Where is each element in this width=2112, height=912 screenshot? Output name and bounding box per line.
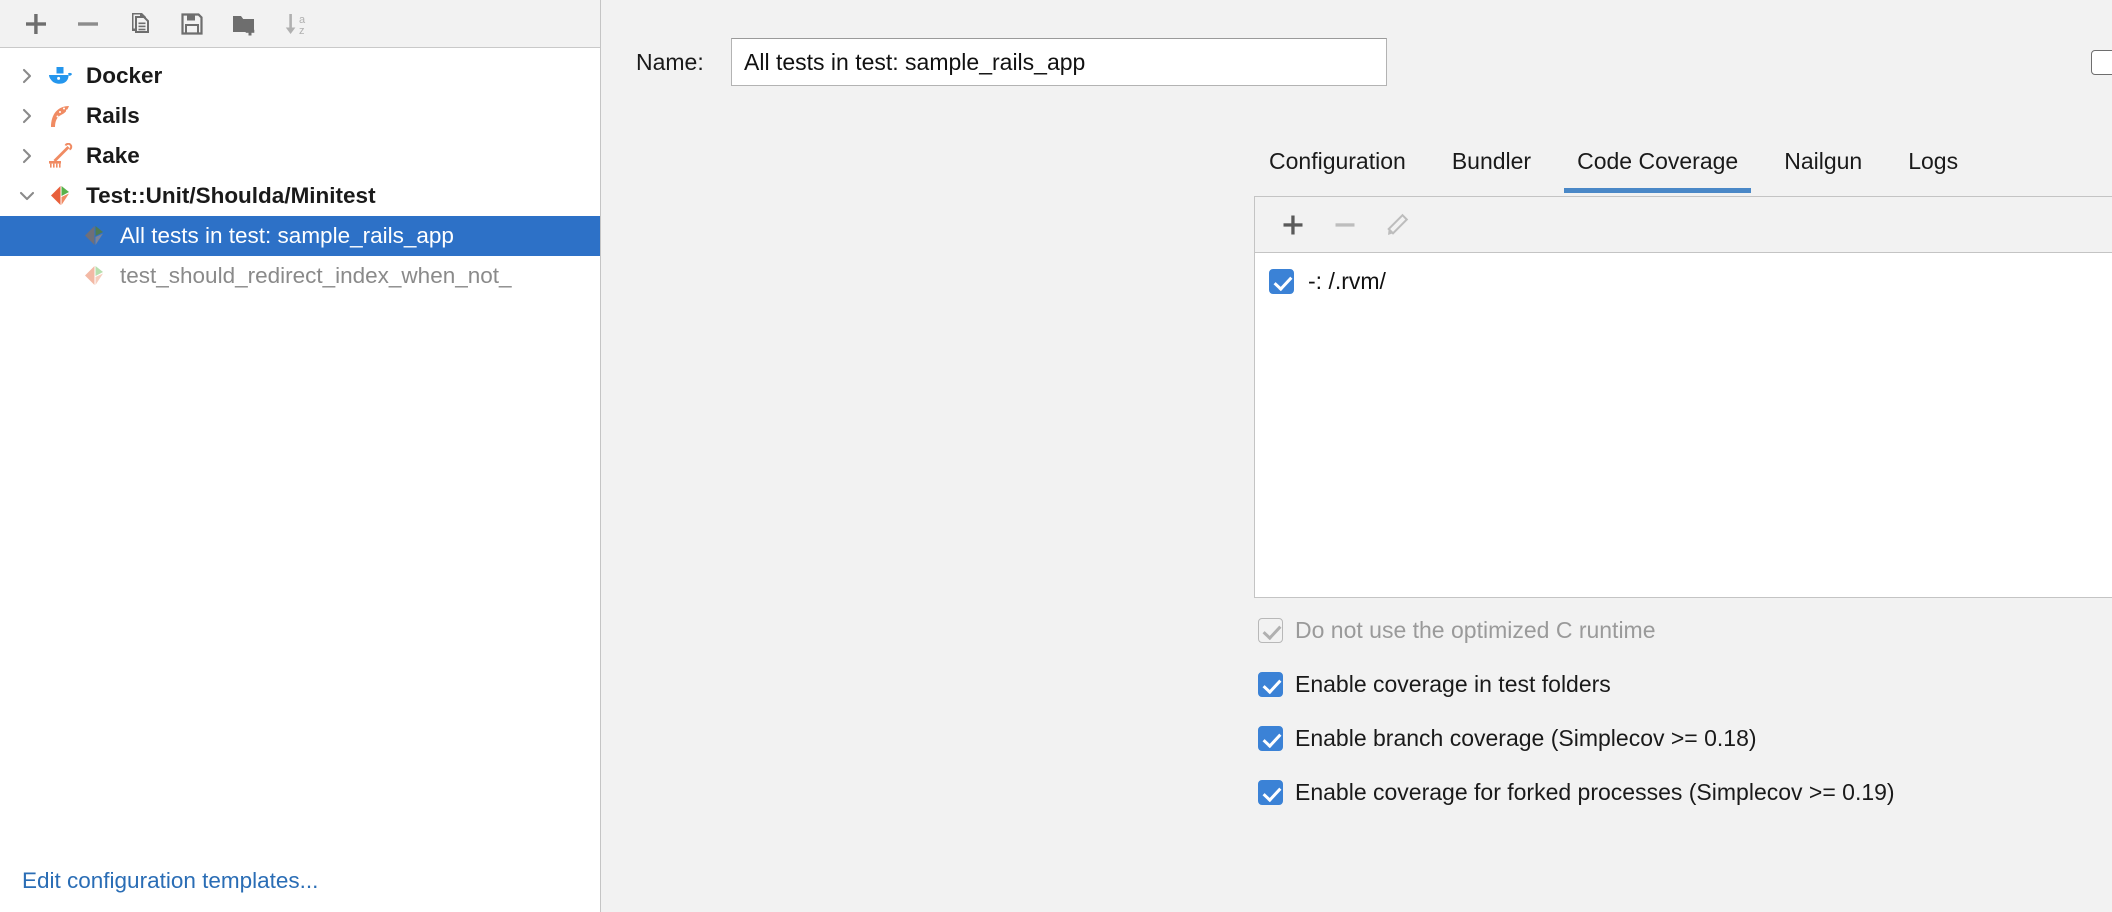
chevron-right-icon[interactable] <box>10 136 44 176</box>
remove-configuration-button[interactable] <box>62 2 114 46</box>
tree-item-all-tests-in-test-sample-rails-app[interactable]: All tests in test: sample_rails_app <box>0 216 600 256</box>
run-debug-configurations-dialog: a z Docker <box>0 0 2112 912</box>
tab-code-coverage[interactable]: Code Coverage <box>1554 140 1761 193</box>
tree-item-label: Rake <box>86 145 140 168</box>
sidebar-toolbar: a z <box>0 0 600 48</box>
edit-pattern-button <box>1371 201 1423 249</box>
tree-item-label: All tests in test: sample_rails_app <box>120 225 454 248</box>
tree-item-label: test_should_redirect_index_when_not_ <box>120 265 512 288</box>
edit-configuration-templates-link[interactable]: Edit configuration templates... <box>22 868 318 894</box>
coverage-patterns-toolbar <box>1255 197 2112 253</box>
minitest-run-icon <box>78 223 112 249</box>
option-label: Enable branch coverage (Simplecov >= 0.1… <box>1295 725 1757 752</box>
checkbox-box[interactable] <box>1258 726 1283 751</box>
chevron-right-icon[interactable] <box>10 56 44 96</box>
sort-configurations-button[interactable]: a z <box>270 2 322 46</box>
chevron-down-icon[interactable] <box>10 176 44 216</box>
move-into-folder-button[interactable] <box>218 2 270 46</box>
coverage-pattern-item[interactable]: -: /.rvm/ <box>1255 263 2112 299</box>
option-label: Do not use the optimized C runtime <box>1295 617 1656 644</box>
save-configuration-button[interactable] <box>166 2 218 46</box>
tab-nailgun[interactable]: Nailgun <box>1761 140 1885 193</box>
coverage-patterns-panel: -: /.rvm/ <box>1254 196 2112 598</box>
minitest-icon <box>44 183 78 209</box>
enable-branch-coverage-checkbox[interactable]: Enable branch coverage (Simplecov >= 0.1… <box>1258 725 1895 752</box>
docker-icon <box>44 63 78 89</box>
copy-configuration-button[interactable] <box>114 2 166 46</box>
do-not-use-optimized-c-runtime-checkbox: Do not use the optimized C runtime <box>1258 617 1895 644</box>
tab-bundler[interactable]: Bundler <box>1429 140 1554 193</box>
enable-coverage-in-test-folders-checkbox[interactable]: Enable coverage in test folders <box>1258 671 1895 698</box>
name-row: Name: All tests in test: sample_rails_ap… <box>601 38 2112 86</box>
rake-icon <box>44 143 78 169</box>
option-label: Enable coverage in test folders <box>1295 671 1611 698</box>
configurations-tree[interactable]: Docker Rails <box>0 48 600 296</box>
checkbox-box <box>1258 618 1283 643</box>
rails-icon <box>44 103 78 129</box>
tab-logs[interactable]: Logs <box>1885 140 1981 193</box>
allow-parallel-run-checkbox[interactable]: Allow parallel run <box>2091 49 2112 76</box>
checkbox-box[interactable] <box>1258 672 1283 697</box>
tree-item-minitest-group[interactable]: Test::Unit/Shoulda/Minitest <box>0 176 600 216</box>
configuration-editor-pane: Name: All tests in test: sample_rails_ap… <box>601 0 2112 912</box>
tree-item-label: Test::Unit/Shoulda/Minitest <box>86 185 376 208</box>
coverage-pattern-label: -: /.rvm/ <box>1308 268 1386 295</box>
name-label: Name: <box>636 49 704 76</box>
coverage-patterns-list[interactable]: -: /.rvm/ <box>1255 253 2112 299</box>
coverage-options: Do not use the optimized C runtime Enabl… <box>1258 617 1895 833</box>
checkbox-box[interactable] <box>1258 780 1283 805</box>
checkbox-box[interactable] <box>1269 269 1294 294</box>
tree-item-docker[interactable]: Docker <box>0 56 600 96</box>
tree-item-label: Docker <box>86 65 162 88</box>
tab-configuration[interactable]: Configuration <box>1246 140 1429 193</box>
tree-item-label: Rails <box>86 105 140 128</box>
option-label: Enable coverage for forked processes (Si… <box>1295 779 1895 806</box>
tree-item-rake[interactable]: Rake <box>0 136 600 176</box>
minitest-run-icon <box>78 263 112 289</box>
svg-text:z: z <box>299 25 305 37</box>
add-configuration-button[interactable] <box>10 2 62 46</box>
chevron-right-icon[interactable] <box>10 96 44 136</box>
remove-pattern-button <box>1319 201 1371 249</box>
add-pattern-button[interactable] <box>1267 201 1319 249</box>
checkbox-box[interactable] <box>2091 50 2112 75</box>
tree-item-test-should-redirect-index-when-not[interactable]: test_should_redirect_index_when_not_ <box>0 256 600 296</box>
enable-coverage-forked-processes-checkbox[interactable]: Enable coverage for forked processes (Si… <box>1258 779 1895 806</box>
configurations-sidebar: a z Docker <box>0 0 601 912</box>
tree-item-rails[interactable]: Rails <box>0 96 600 136</box>
editor-tabs[interactable]: Configuration Bundler Code Coverage Nail… <box>1246 140 1981 193</box>
name-input[interactable]: All tests in test: sample_rails_app <box>731 38 1387 86</box>
